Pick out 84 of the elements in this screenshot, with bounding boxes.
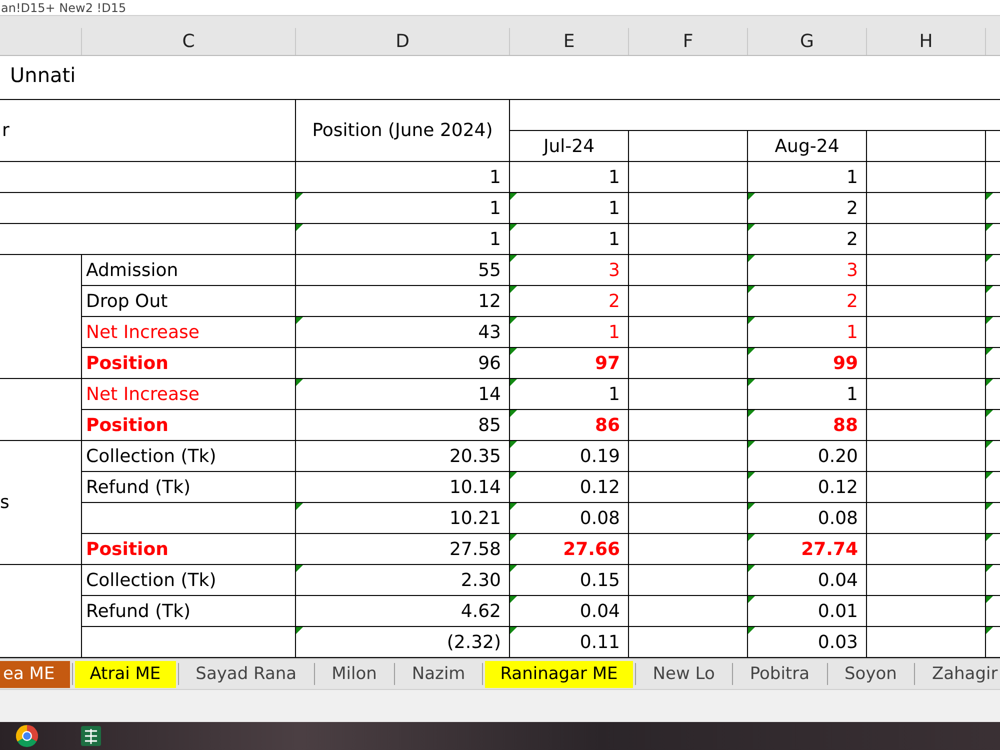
cell-value: 97: [594, 353, 620, 375]
cell-value: 2: [846, 198, 858, 220]
cell-value: 55: [478, 260, 501, 282]
cell-value: 0.04: [818, 570, 858, 592]
cell-value: 4.62: [460, 601, 501, 623]
cell-value: 0.04: [580, 601, 620, 623]
column-header[interactable]: E: [510, 28, 629, 55]
sheet-tab[interactable]: Raninagar ME: [485, 660, 633, 688]
row-label: Collection (Tk): [86, 570, 216, 592]
cell-value: 0.01: [818, 601, 858, 623]
column-header[interactable]: H: [867, 28, 986, 55]
cell-value: 1: [490, 167, 501, 189]
cell-value: 3: [846, 260, 858, 282]
cell-value: 0.03: [818, 632, 858, 654]
cell-value: 1: [608, 384, 620, 406]
cell-value: 0.15: [580, 570, 620, 592]
cell-value: 14: [478, 384, 501, 406]
column-header[interactable]: G: [748, 28, 867, 55]
cell-value: 27.74: [801, 539, 858, 561]
sheet-tab[interactable]: New Lo: [638, 660, 730, 688]
cell-value: 0.12: [580, 477, 620, 499]
row-label: Collection (Tk): [86, 446, 216, 468]
spreadsheet-icon[interactable]: [80, 725, 102, 747]
cell-value: 88: [832, 415, 858, 437]
cell-value: 96: [478, 353, 501, 375]
cell-value: 1: [608, 198, 620, 220]
row-label: Position: [86, 415, 168, 437]
cell-value: 2: [608, 291, 620, 313]
cell-value: 0.08: [818, 508, 858, 530]
cell-value: 1: [846, 384, 858, 406]
formula-text: an!D15+ New2 !D15: [0, 0, 126, 14]
row-label: Refund (Tk): [86, 477, 191, 499]
cell-value: 0.20: [818, 446, 858, 468]
column-header[interactable]: C: [82, 28, 296, 55]
cell-value: 0.08: [580, 508, 620, 530]
column-header[interactable]: D: [296, 28, 510, 55]
cell-value: 3: [608, 260, 620, 282]
header-label: r: [2, 120, 10, 142]
ring-icon[interactable]: [16, 725, 38, 747]
cell-value: (2.32): [446, 632, 501, 654]
row-label: Position: [86, 353, 168, 375]
cell-value: 86: [594, 415, 620, 437]
cell-value: 2: [846, 229, 858, 251]
sheet-tab[interactable]: Atrai ME: [74, 660, 176, 688]
cell-value: 99: [832, 353, 858, 375]
sheet-tab[interactable]: Milon: [316, 660, 392, 688]
cell-value: 0.12: [818, 477, 858, 499]
month-heading: Jul-24: [543, 136, 595, 158]
cell-value: 43: [478, 322, 501, 344]
sheet-tab[interactable]: Sayad Rana: [180, 660, 312, 688]
row-label: Net Increase: [86, 322, 200, 344]
sheet-title: Unnati: [10, 63, 76, 87]
cell-value: 1: [846, 322, 858, 344]
cell-value: 1: [608, 322, 620, 344]
cell-value: 1: [490, 229, 501, 251]
cell-value: 27.66: [563, 539, 620, 561]
row-label: Position: [86, 539, 168, 561]
cell-value: 0.19: [580, 446, 620, 468]
sheet-tab[interactable]: Pobitra: [734, 660, 824, 688]
cell-value: 1: [608, 229, 620, 251]
row-label: Admission: [86, 260, 178, 282]
cell-value: 85: [478, 415, 501, 437]
month-heading: Aug-24: [774, 136, 840, 158]
group-label: s: [0, 492, 10, 514]
cell-value: 1: [608, 167, 620, 189]
row-label: Refund (Tk): [86, 601, 191, 623]
cell-value: 27.58: [449, 539, 501, 561]
cell-value: 10.21: [449, 508, 501, 530]
row-label: Drop Out: [86, 291, 168, 313]
cell-value: 20.35: [449, 446, 501, 468]
cell-value: 1: [846, 167, 858, 189]
cell-value: 12: [478, 291, 501, 313]
sheet-tab[interactable]: ea ME: [0, 660, 70, 688]
cell-value: 2.30: [460, 570, 501, 592]
sheet-tab[interactable]: Zahagir: [916, 660, 1000, 688]
sheet-tab[interactable]: Nazim: [396, 660, 480, 688]
sheet-tab[interactable]: Soyon: [830, 660, 912, 688]
cell-value: 0.11: [580, 632, 620, 654]
column-header[interactable]: F: [629, 28, 748, 55]
column-heading: Position (June 2024): [312, 120, 493, 142]
cell-value: 1: [490, 198, 501, 220]
cell-value: 10.14: [449, 477, 501, 499]
row-label: Net Increase: [86, 384, 200, 406]
cell-value: 2: [846, 291, 858, 313]
